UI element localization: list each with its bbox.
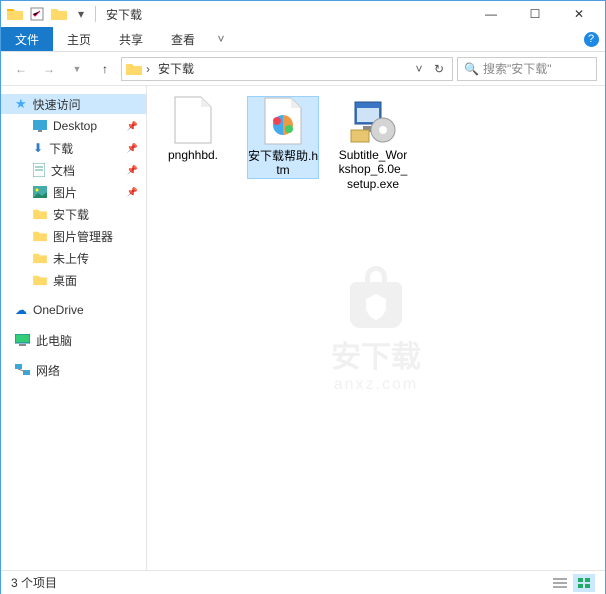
properties-icon[interactable] [27,4,47,24]
ribbon-tabs: 文件 主页 共享 查看 ˅ ? [1,27,605,52]
body: ★ 快速访问 Desktop 📌 ⬇ 下载 📌 文档 📌 图片 📌 安下载 [1,86,605,570]
folder-icon [5,4,25,24]
help-icon: ? [584,32,599,47]
sidebar-item-downloads[interactable]: ⬇ 下载 📌 [1,138,146,158]
sidebar-item-desktop[interactable]: Desktop 📌 [1,116,146,136]
search-icon: 🔍 [464,62,479,76]
window-controls: — ☐ ✕ [469,1,601,27]
sidebar-item-label: 此电脑 [36,332,72,349]
document-icon [33,163,45,177]
picture-icon [33,186,47,198]
tab-home[interactable]: 主页 [53,27,105,51]
up-button[interactable]: ↑ [93,57,117,81]
help-button[interactable]: ? [577,27,605,51]
sidebar-item-label: 下载 [49,140,73,157]
folder-icon-2 [49,4,69,24]
sidebar-item-label: 桌面 [53,272,77,289]
maximize-button[interactable]: ☐ [513,1,557,27]
sidebar-item-label: 未上传 [53,250,89,267]
sidebar-quick-access[interactable]: ★ 快速访问 [1,94,146,114]
navigation-bar: ← → ▼ ↑ › 安下载 ˅ ↻ 🔍 搜索"安下载" [1,52,605,86]
close-button[interactable]: ✕ [557,1,601,27]
recent-dropdown[interactable]: ▼ [65,57,89,81]
file-item-setup-exe[interactable]: Subtitle_Workshop_6.0e_setup.exe [337,96,409,191]
watermark-text: 安下载 [331,332,421,376]
refresh-button[interactable]: ↻ [430,59,448,79]
breadcrumb[interactable]: › 安下载 ˅ ↻ [121,57,453,81]
sidebar-item-label: 文档 [51,162,75,179]
search-placeholder: 搜索"安下载" [483,60,552,77]
forward-button[interactable]: → [37,57,61,81]
details-view-button[interactable] [549,574,571,592]
titlebar: ▾ 安下载 — ☐ ✕ [1,1,605,27]
pin-icon: 📌 [127,121,138,132]
back-button[interactable]: ← [9,57,33,81]
sidebar-item-documents[interactable]: 文档 📌 [1,160,146,180]
watermark: 安下载 anxz.com [331,262,421,394]
qat-dropdown[interactable]: ▾ [71,4,91,24]
folder-icon [33,230,47,242]
blank-file-icon [169,96,217,144]
file-label: 安下载帮助.htm [248,149,318,178]
tab-share[interactable]: 共享 [105,27,157,51]
sidebar-item-label: 图片 [53,184,77,201]
breadcrumb-dropdown[interactable]: ˅ [410,59,428,79]
folder-icon [33,252,47,264]
status-bar: 3 个项目 [1,570,605,594]
watermark-sub: anxz.com [331,376,421,394]
sidebar-item-unuploaded[interactable]: 未上传 [1,248,146,268]
quick-access-toolbar: ▾ [5,4,91,24]
search-box[interactable]: 🔍 搜索"安下载" [457,57,597,81]
file-label: Subtitle_Workshop_6.0e_setup.exe [338,148,408,191]
star-icon: ★ [15,96,27,112]
item-count: 3 个项目 [11,574,57,591]
computer-icon [15,334,30,346]
sidebar-item-label: 安下载 [53,206,89,223]
ribbon-expand-icon[interactable]: ˅ [209,27,233,51]
file-list[interactable]: pnghhbd. 安下载帮助.htm Subtitle_Workshop_6.0… [147,86,605,570]
pin-icon: 📌 [127,187,138,198]
pin-icon: 📌 [127,165,138,176]
sidebar-item-label: 快速访问 [33,96,81,113]
sidebar-network[interactable]: 网络 [1,360,146,380]
folder-icon [126,62,142,76]
sidebar-item-picmgr[interactable]: 图片管理器 [1,226,146,246]
chevron-right-icon: › [146,62,150,76]
folder-icon [33,208,47,220]
window-title: 安下载 [106,6,142,23]
pin-icon: 📌 [127,143,138,154]
download-icon: ⬇ [33,141,43,155]
sidebar-thispc[interactable]: 此电脑 [1,330,146,350]
sidebar-onedrive[interactable]: ☁ OneDrive [1,300,146,320]
network-icon [15,364,30,376]
tab-view[interactable]: 查看 [157,27,209,51]
tab-file[interactable]: 文件 [1,27,53,51]
sidebar-item-label: OneDrive [33,303,84,317]
file-item-pnghhbd[interactable]: pnghhbd. [157,96,229,162]
file-label: pnghhbd. [168,148,218,162]
shield-icon [341,262,411,332]
sidebar-item-anxz[interactable]: 安下载 [1,204,146,224]
navigation-pane: ★ 快速访问 Desktop 📌 ⬇ 下载 📌 文档 📌 图片 📌 安下载 [1,86,147,570]
icons-view-button[interactable] [573,574,595,592]
sidebar-item-pictures[interactable]: 图片 📌 [1,182,146,202]
breadcrumb-current[interactable]: 安下载 [158,60,194,77]
cloud-icon: ☁ [15,303,27,317]
htm-file-icon [259,97,307,145]
sidebar-item-desktop2[interactable]: 桌面 [1,270,146,290]
folder-icon [33,274,47,286]
installer-icon [349,96,397,144]
separator [95,6,96,22]
sidebar-item-label: 网络 [36,362,60,379]
file-item-help-htm[interactable]: 安下载帮助.htm [247,96,319,179]
sidebar-item-label: Desktop [53,119,97,133]
view-toggles [549,574,595,592]
sidebar-item-label: 图片管理器 [53,228,113,245]
minimize-button[interactable]: — [469,1,513,27]
desktop-icon [33,120,47,132]
